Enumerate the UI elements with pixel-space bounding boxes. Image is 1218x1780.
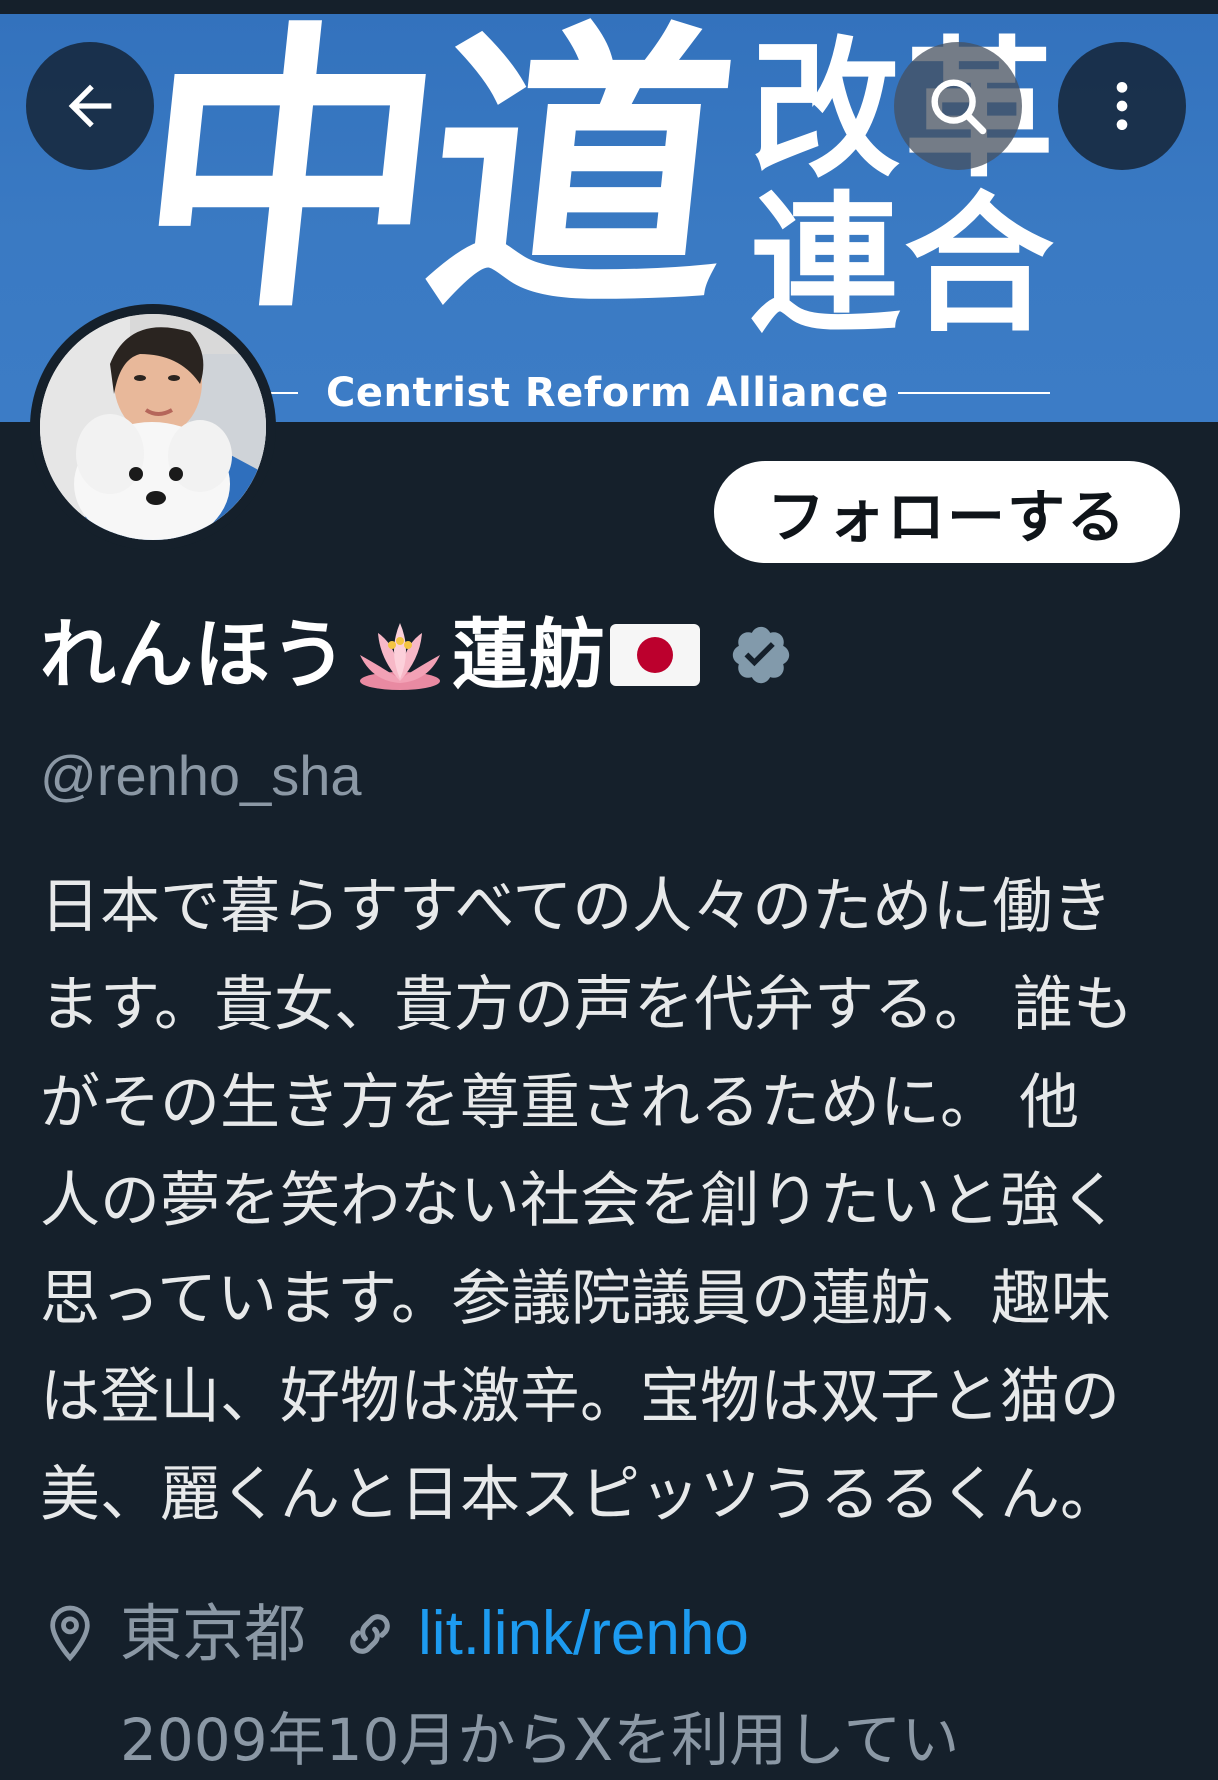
lotus-emoji-icon [360,623,440,690]
avatar-photo [40,314,266,540]
search-button[interactable] [894,42,1022,170]
banner-rule-left [268,392,298,394]
more-vertical-icon [1116,82,1128,130]
profile-joined-date: 2009年10月からXを利用してい [120,1706,960,1774]
display-name-kana: れんほう [40,610,348,699]
search-icon [931,79,987,135]
display-name-kanji: 蓮舫 [452,610,606,699]
status-bar [0,0,1218,14]
banner-rule-right [898,392,1050,394]
profile-bio: 日本で暮らすすべての人々のために働き ます。貴女、貴方の声を代弁する。 誰も が… [40,872,1134,1530]
more-options-button[interactable] [1058,42,1186,170]
japan-flag-circle [637,637,673,673]
verified-badge-icon[interactable] [728,622,794,688]
avatar-ring[interactable] [30,304,276,550]
avatar[interactable] [40,314,266,540]
banner-title: 中道 [121,14,739,348]
display-name: れんほう 蓮舫 [40,610,794,700]
banner-stack-line-2: 連合 [750,179,1059,353]
back-button[interactable] [26,42,154,170]
profile-handle: @renho_sha [40,744,362,807]
profile-location: 東京都 [120,1597,307,1670]
follow-button[interactable]: フォローする [714,461,1180,563]
profile-website-link[interactable]: lit.link/renho [418,1594,749,1674]
arrow-left-icon [68,84,112,128]
location-pin-icon [50,1605,90,1662]
link-icon [350,1614,390,1654]
profile-meta: 東京都 lit.link/renho [44,1594,749,1674]
banner-caption: Centrist Reform Alliance [326,370,889,416]
japan-flag-icon [610,624,700,686]
